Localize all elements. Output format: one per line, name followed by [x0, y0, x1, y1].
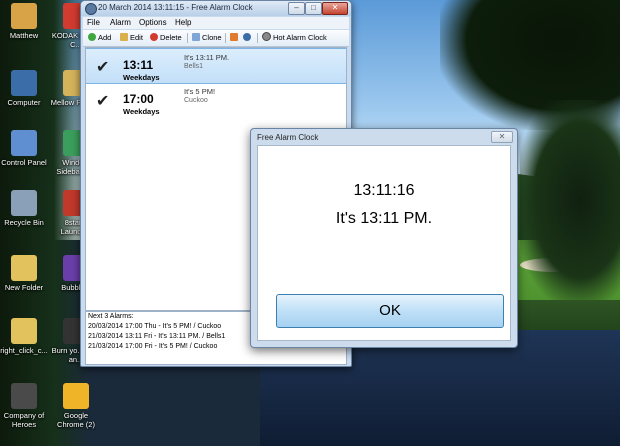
toolbar-separator [187, 33, 188, 43]
alarm-days: Weekdays [123, 73, 160, 82]
desktop-icon[interactable]: right_click_c... [0, 318, 50, 355]
alarm-enabled-checkmark-icon[interactable]: ✔ [96, 57, 109, 77]
add-label: Add [98, 33, 112, 42]
menu-file[interactable]: File [87, 18, 100, 27]
desktop-icon[interactable]: Company of Heroes [0, 383, 50, 429]
hot-alarm-clock-label: Hot Alarm Clock [273, 33, 327, 42]
desktop-icon-label: Control Panel [1, 158, 47, 167]
minimize-button[interactable]: – [288, 2, 305, 15]
delete-icon [150, 33, 158, 41]
window-title: 20 March 2014 13:11:15 - Free Alarm Cloc… [98, 3, 253, 12]
add-button[interactable]: Add [88, 32, 111, 44]
alarm-days: Weekdays [123, 107, 160, 116]
desktop-icon-label: Matthew [9, 31, 39, 40]
edit-icon [120, 33, 128, 41]
alarm-time: 17:00 [123, 92, 154, 106]
clone-label: Clone [202, 33, 222, 42]
alarm-row[interactable]: ✔ 17:00 Weekdays It's 5 PM! Cuckoo [86, 83, 346, 117]
popup-message: It's 13:11 PM. [335, 210, 433, 227]
desktop-icon-label: Computer [7, 98, 41, 107]
add-icon [88, 33, 96, 41]
title-bar[interactable]: 20 March 2014 13:11:15 - Free Alarm Cloc… [81, 1, 351, 16]
desktop-icon[interactable]: Google Chrome (2) [50, 383, 102, 429]
menu-options[interactable]: Options [139, 18, 167, 27]
edit-button[interactable]: Edit [120, 32, 143, 44]
home-button[interactable] [230, 32, 240, 44]
maximize-button[interactable]: □ [305, 2, 322, 15]
shortcut-icon [11, 318, 37, 344]
popup-body: 13:11:16 It's 13:11 PM. OK [257, 145, 511, 341]
desktop-icon-label: Recycle Bin [4, 218, 44, 227]
alarm-clock-app-icon [85, 3, 97, 15]
menu-alarm[interactable]: Alarm [110, 18, 131, 27]
shortcut-icon [11, 70, 37, 96]
edit-label: Edit [130, 33, 143, 42]
shortcut-icon [11, 190, 37, 216]
desktop-icon-label: New Folder [4, 283, 44, 292]
desktop-icon-label: Company of Heroes [3, 411, 45, 429]
menu-help[interactable]: Help [175, 18, 191, 27]
help-button[interactable] [243, 32, 253, 44]
popup-title: Free Alarm Clock [257, 133, 319, 142]
popup-time: 13:11:16 [353, 182, 415, 199]
next-alarm-item: 21/03/2014 17:00 Fri - It's 5 PM! / Cuck… [88, 343, 218, 350]
next-alarm-item: 20/03/2014 17:00 Thu - It's 5 PM! / Cuck… [88, 323, 222, 330]
popup-close-button[interactable]: ✕ [491, 131, 513, 143]
ok-button[interactable]: OK [276, 294, 504, 328]
shortcut-icon [11, 383, 37, 409]
shortcut-icon [11, 255, 37, 281]
alarm-time: 13:11 [123, 58, 154, 72]
alarm-clock-icon [262, 32, 271, 41]
toolbar: Add Edit Delete Clone Hot Alarm Clock [83, 30, 349, 47]
alarm-sound: Cuckoo [184, 97, 208, 104]
close-button[interactable]: ✕ [322, 2, 348, 15]
alarm-message: It's 5 PM! [184, 87, 216, 96]
home-icon [230, 33, 238, 41]
next-alarm-item: 21/03/2014 13:11 Fri - It's 13:11 PM. / … [88, 333, 226, 340]
shortcut-icon [11, 3, 37, 29]
desktop-icon-label: right_click_c... [0, 346, 48, 355]
alarm-enabled-checkmark-icon[interactable]: ✔ [96, 91, 109, 111]
toolbar-separator [225, 33, 226, 43]
alarm-sound: Bells1 [184, 63, 204, 70]
toolbar-separator [257, 33, 258, 43]
hot-alarm-clock-button[interactable]: Hot Alarm Clock [262, 32, 327, 44]
next-alarms-heading: Next 3 Alarms: [88, 313, 134, 320]
menu-bar: File Alarm Options Help [83, 17, 349, 29]
alarm-popup-dialog: Free Alarm Clock ✕ 13:11:16 It's 13:11 P… [250, 128, 518, 348]
desktop-icon[interactable]: Recycle Bin [0, 190, 50, 227]
help-icon [243, 33, 251, 41]
clone-button[interactable]: Clone [192, 32, 222, 44]
desktop-icon-label: Google Chrome (2) [57, 411, 95, 429]
shortcut-icon [63, 383, 89, 409]
shortcut-icon [11, 130, 37, 156]
desktop-icon[interactable]: Matthew [0, 3, 50, 40]
alarm-message: It's 13:11 PM. [184, 53, 230, 62]
desktop-icon[interactable]: Computer [0, 70, 50, 107]
desktop-icon[interactable]: Control Panel [0, 130, 50, 167]
delete-label: Delete [160, 33, 182, 42]
desktop-icon[interactable]: New Folder [0, 255, 50, 292]
wallpaper-tree-right [520, 100, 620, 300]
alarm-row[interactable]: ✔ 13:11 Weekdays It's 13:11 PM. Bells1 [86, 48, 346, 84]
delete-button[interactable]: Delete [150, 32, 182, 44]
clone-icon [192, 33, 200, 41]
